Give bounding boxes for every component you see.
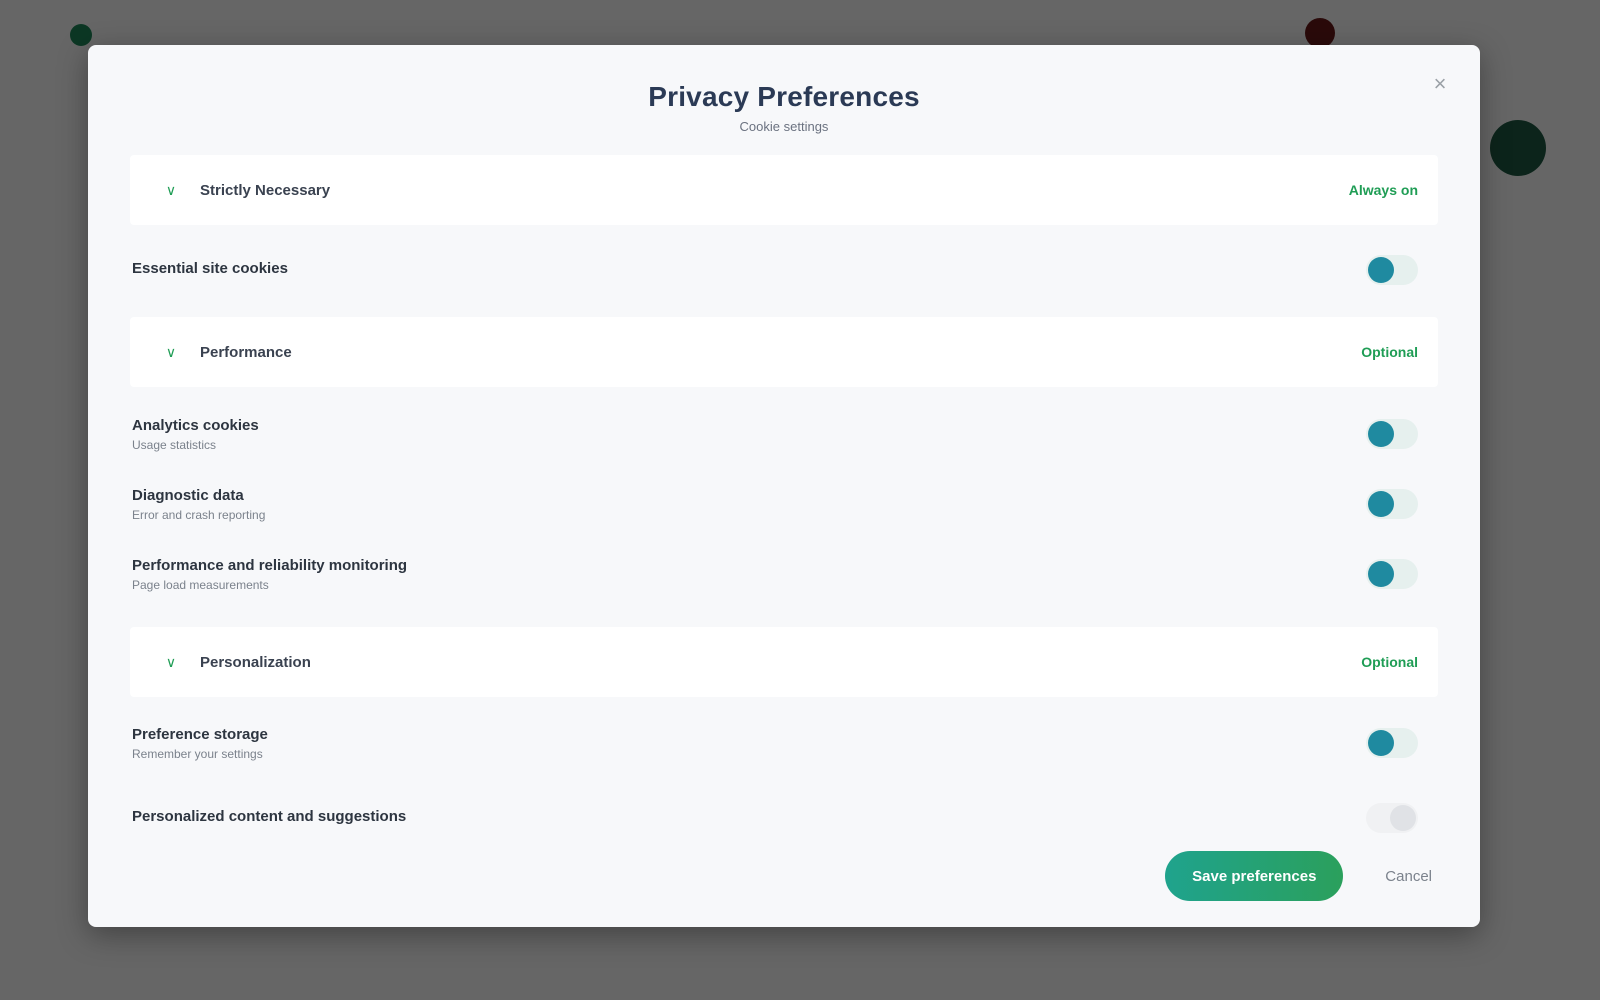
setting-row: Performance and reliability monitoring P… [130,539,1438,609]
setting-description: Page load measurements [132,577,269,592]
section-status: Optional [1361,654,1418,670]
chevron-down-icon: ∨ [165,343,177,360]
toggle-switch[interactable] [1366,489,1418,519]
setting-row: Analytics cookies Usage statistics [130,399,1438,469]
setting-description: Error and crash reporting [132,507,266,522]
modal-subtitle: Cookie settings [739,119,829,134]
setting-row: Essential site cookies [130,225,1438,315]
chevron-down-icon: ∨ [165,653,177,670]
section-title: Strictly Necessary [200,181,331,199]
section-header-personalization[interactable]: ∨ Personalization Optional [130,627,1438,697]
setting-row: Diagnostic data Error and crash reportin… [130,469,1438,539]
setting-row: Personalized content and suggestions [130,783,1438,853]
save-preferences-button[interactable]: Save preferences [1165,851,1344,901]
privacy-modal: × Privacy Preferences Cookie settings ∨ … [88,45,1480,927]
setting-row: Preference storage Remember your setting… [130,703,1438,783]
setting-label: Performance and reliability monitoring [132,556,408,574]
section-status: Always on [1348,182,1418,198]
setting-label: Essential site cookies [132,259,288,277]
modal-body: ∨ Strictly Necessary Always on Essential… [88,155,1480,853]
toggle-switch[interactable] [1366,559,1418,589]
toggle-switch[interactable] [1366,728,1418,758]
section-header-performance[interactable]: ∨ Performance Optional [130,317,1438,387]
setting-description: Remember your settings [132,746,263,761]
modal-title: Privacy Preferences [648,81,920,112]
setting-label: Diagnostic data [132,486,244,504]
section-header-necessary[interactable]: ∨ Strictly Necessary Always on [130,155,1438,225]
cancel-button[interactable]: Cancel [1379,867,1438,886]
modal-footer: Save preferences Cancel [1165,851,1438,901]
toggle-switch[interactable] [1366,803,1418,833]
setting-label: Personalized content and suggestions [132,807,407,825]
section-title: Personalization [200,653,311,671]
close-icon[interactable]: × [1428,73,1452,97]
section-title: Performance [200,343,292,361]
setting-description: Usage statistics [132,437,217,452]
chevron-down-icon: ∨ [165,181,177,198]
setting-label: Preference storage [132,725,268,743]
modal-header: Privacy Preferences Cookie settings [88,45,1480,140]
toggle-switch[interactable] [1366,419,1418,449]
setting-label: Analytics cookies [132,416,259,434]
section-status: Optional [1361,344,1418,360]
toggle-switch[interactable] [1366,255,1418,285]
